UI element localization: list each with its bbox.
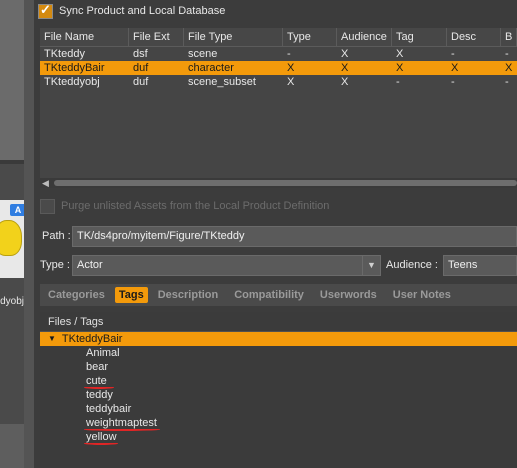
table-row[interactable]: TKteddy dsf scene - X X - - [40, 47, 517, 61]
file-table: File Name File Ext File Type Type Audien… [40, 28, 517, 178]
cell-file-type: character [188, 62, 234, 74]
tag-item[interactable]: cute [40, 374, 517, 389]
asset-thumbnail[interactable]: A [0, 200, 26, 278]
table-header: File Name File Ext File Type Type Audien… [40, 28, 517, 47]
column-header-truncated[interactable]: B [501, 28, 517, 47]
tag-label: bear [86, 361, 109, 373]
thumbnail-label: dyobj [0, 296, 24, 307]
audience-dropdown-value: Teens [448, 259, 478, 271]
background-panel [0, 0, 24, 160]
red-underline-annotation [84, 442, 118, 445]
path-field[interactable]: TK/ds4pro/myitem/Figure/TKteddy [72, 226, 517, 247]
cell-truncated: X [505, 62, 513, 74]
table-row-selected[interactable]: TKteddyBair duf character X X X X X [40, 61, 517, 75]
tree-root-label: TKteddyBair [61, 333, 123, 345]
audience-label: Audience : [386, 259, 438, 271]
cell-file-type: scene_subset [188, 76, 256, 88]
sync-checkbox-label: Sync Product and Local Database [59, 5, 226, 17]
cell-truncated: - [505, 48, 509, 60]
scroll-left-icon[interactable]: ◀ [42, 178, 49, 188]
audience-dropdown[interactable]: Teens [443, 255, 517, 276]
tab-tags[interactable]: Tags [114, 287, 148, 303]
tag-item[interactable]: teddy [40, 388, 517, 402]
table-row[interactable]: TKteddyobj duf scene_subset X X - - - [40, 75, 517, 89]
cell-tag: X [396, 62, 404, 74]
cell-type: X [287, 62, 295, 74]
tree-root-node[interactable]: ▼ TKteddyBair [40, 332, 517, 346]
tab-description[interactable]: Description [150, 287, 227, 303]
purge-checkbox-label: Purge unlisted Assets from the Local Pro… [61, 200, 330, 212]
sync-checkbox[interactable] [38, 2, 53, 19]
tag-label: teddy [86, 389, 113, 401]
cell-audience: X [341, 76, 349, 88]
dialog-edge [24, 0, 34, 468]
teddy-bear-icon [0, 220, 22, 256]
type-label: Type : [40, 259, 70, 271]
cell-type: X [287, 76, 295, 88]
tab-compatibility[interactable]: Compatibility [226, 287, 312, 303]
path-label: Path : [42, 230, 71, 242]
purge-checkbox[interactable] [40, 198, 55, 214]
chevron-down-icon[interactable]: ▼ [362, 256, 380, 275]
tag-item[interactable]: teddybair [40, 402, 517, 416]
background-panel [0, 424, 24, 468]
cell-file-name: TKteddy [44, 48, 85, 60]
column-header-file-type[interactable]: File Type [184, 28, 283, 47]
column-header-file-name[interactable]: File Name [40, 28, 129, 47]
tags-panel-header: Files / Tags [40, 312, 517, 332]
column-header-audience[interactable]: Audience [337, 28, 392, 47]
caret-down-icon[interactable]: ▼ [48, 332, 56, 346]
tag-item[interactable]: Animal [40, 346, 517, 360]
column-header-type[interactable]: Type [283, 28, 337, 47]
tab-userwords[interactable]: Userwords [312, 287, 385, 303]
cell-truncated: - [505, 76, 509, 88]
tag-item[interactable]: yellow [40, 430, 517, 445]
cell-desc: X [451, 62, 459, 74]
column-header-file-ext[interactable]: File Ext [129, 28, 184, 47]
table-horizontal-scrollbar[interactable]: ◀ [40, 178, 517, 188]
cell-audience: X [341, 48, 349, 60]
cell-file-name: TKteddyobj [44, 76, 100, 88]
cell-desc: - [451, 48, 455, 60]
tab-categories[interactable]: Categories [40, 287, 113, 303]
cell-file-type: scene [188, 48, 218, 60]
cell-file-name: TKteddyBair [44, 62, 105, 74]
tag-item[interactable]: weightmaptest [40, 416, 517, 431]
tag-label: teddybair [86, 403, 132, 415]
tag-item[interactable]: bear [40, 360, 517, 374]
cell-desc: - [451, 76, 455, 88]
cell-tag: X [396, 48, 404, 60]
tab-bar: Categories Tags Description Compatibilit… [40, 284, 517, 306]
cell-audience: X [341, 62, 349, 74]
sync-row: Sync Product and Local Database [38, 0, 517, 22]
tag-label: Animal [86, 347, 120, 359]
purge-row: Purge unlisted Assets from the Local Pro… [40, 197, 517, 215]
scrollbar-thumb[interactable] [54, 180, 517, 186]
tags-panel: Files / Tags ▼ TKteddyBair Animal bear c… [40, 312, 517, 468]
type-dropdown[interactable]: Actor ▼ [72, 255, 381, 276]
column-header-desc[interactable]: Desc [447, 28, 501, 47]
column-header-tag[interactable]: Tag [392, 28, 447, 47]
cell-type: - [287, 48, 291, 60]
cell-tag: - [396, 76, 400, 88]
type-dropdown-value: Actor [77, 259, 103, 271]
cell-file-ext: duf [133, 62, 149, 74]
cell-file-ext: dsf [133, 48, 148, 60]
cell-file-ext: duf [133, 76, 149, 88]
tab-user-notes[interactable]: User Notes [385, 287, 459, 303]
